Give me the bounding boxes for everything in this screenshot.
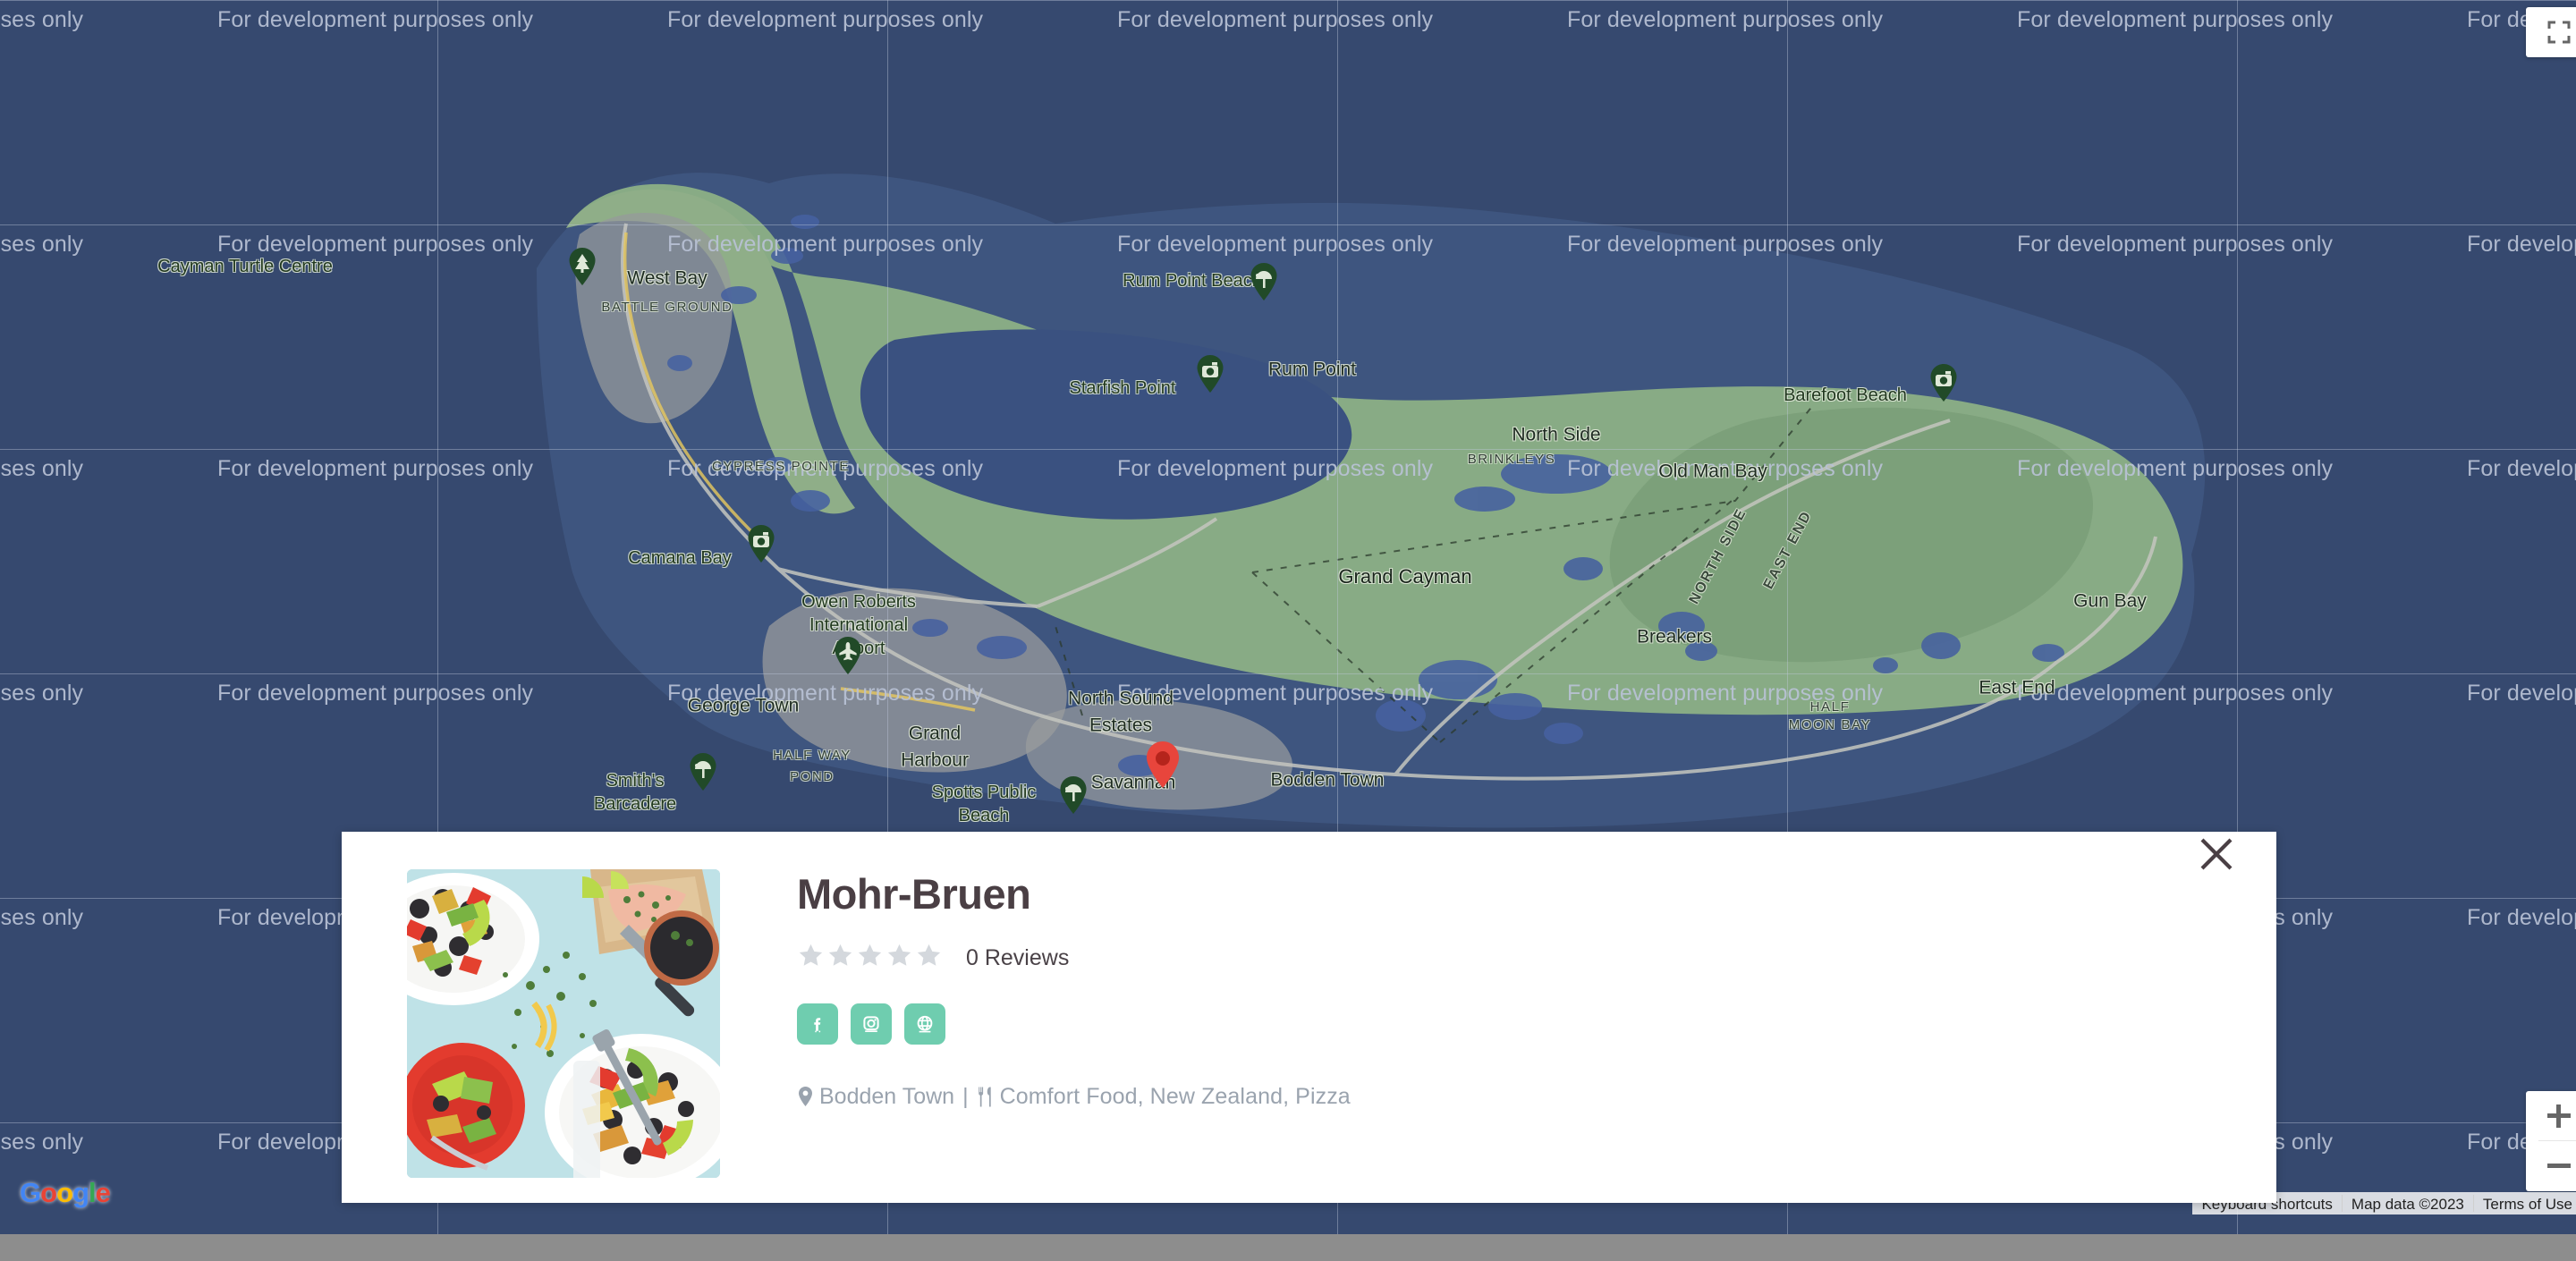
star-icon xyxy=(797,942,825,974)
star-icon xyxy=(856,942,884,974)
map-pin-starfish-point[interactable] xyxy=(1195,354,1225,394)
terms-of-use-link[interactable]: Terms of Use xyxy=(2474,1192,2576,1214)
map-label: Barefoot Beach xyxy=(1784,385,1907,406)
map-label: North Sound xyxy=(1068,688,1174,709)
business-meta: Bodden Town | Comfort Food, New Zealand,… xyxy=(797,1084,1351,1110)
instagram-icon xyxy=(863,1016,879,1032)
social-links[interactable] xyxy=(797,1003,1351,1045)
camera-pin-icon xyxy=(1197,355,1224,393)
google-logo-letter: e xyxy=(95,1177,111,1208)
minus-icon xyxy=(2547,1155,2571,1178)
map-label: Gun Bay xyxy=(2073,590,2147,612)
close-icon xyxy=(2200,838,2233,870)
google-logo-letter: o xyxy=(56,1177,73,1208)
website-button[interactable] xyxy=(904,1003,945,1045)
zoom-out-button[interactable] xyxy=(2526,1141,2576,1190)
map-label: Grand xyxy=(908,723,962,744)
map-label: Rum Point xyxy=(1267,359,1357,380)
airplane-pin-icon xyxy=(835,637,861,674)
umbrella-pin-icon xyxy=(690,753,716,791)
tree-pin-icon xyxy=(569,248,596,285)
map-label: Camana Bay xyxy=(628,548,732,569)
map-label: West Bay xyxy=(627,267,708,289)
fullscreen-button[interactable] xyxy=(2526,7,2576,57)
map-label: Breakers xyxy=(1636,626,1713,647)
map-data-text: Map data ©2023 xyxy=(2351,1195,2464,1213)
review-count: 0 Reviews xyxy=(966,944,1070,970)
food-photo-illustration xyxy=(407,869,720,1178)
location-text: Bodden Town xyxy=(819,1084,955,1109)
map-label: Owen Roberts xyxy=(801,592,916,613)
map-pin-owen-roberts-airport[interactable] xyxy=(833,636,863,675)
map-label: BATTLE GROUND xyxy=(601,299,733,315)
umbrella-pin-icon xyxy=(1250,263,1277,300)
horizontal-scrollbar[interactable] xyxy=(0,1234,2576,1261)
map-page: For development purposes onlyFor develop… xyxy=(0,0,2576,1261)
star-icon xyxy=(826,942,854,974)
map-label: Harbour xyxy=(901,749,969,771)
globe-icon xyxy=(917,1015,933,1033)
business-name: Mohr-Bruen xyxy=(797,870,1031,918)
map-label: BRINKLEYS xyxy=(1467,451,1556,467)
meta-separator: | xyxy=(962,1084,969,1109)
camera-pin-icon xyxy=(1930,364,1957,402)
map-label: Beach xyxy=(958,806,1010,826)
google-logo-letter: g xyxy=(72,1177,89,1208)
plus-icon xyxy=(2547,1104,2571,1128)
cuisine-text: Comfort Food, New Zealand, Pizza xyxy=(999,1084,1351,1109)
google-logo-letter: o xyxy=(40,1177,57,1208)
scrollbar-thumb[interactable] xyxy=(0,1234,2290,1261)
map-pin-rum-point-beach[interactable] xyxy=(1249,262,1279,301)
close-card-button[interactable] xyxy=(2190,827,2243,881)
map-label: Old Man Bay xyxy=(1658,461,1767,482)
fullscreen-icon xyxy=(2547,21,2571,44)
map-label: HALF WAY xyxy=(773,747,852,763)
map-pin-cayman-turtle-centre[interactable] xyxy=(567,247,597,286)
map-label: POND xyxy=(790,768,835,784)
map-label: MOON BAY xyxy=(1788,716,1872,732)
map-label: Rum Point Beach xyxy=(1123,271,1262,292)
map-label: Cayman Turtle Centre xyxy=(157,257,333,277)
map-label: HALF xyxy=(1809,698,1851,715)
facebook-icon xyxy=(814,1018,821,1033)
map-pin-barefoot-beach[interactable] xyxy=(1928,363,1959,402)
star-rating xyxy=(797,942,943,974)
map-pin-smiths-barcadere[interactable] xyxy=(688,752,718,791)
map-label: Smith's xyxy=(606,771,665,791)
umbrella-pin-icon xyxy=(1060,776,1087,814)
google-logo-letter: G xyxy=(20,1177,41,1208)
map-pin-selected-business[interactable] xyxy=(1143,740,1182,790)
map-label: George Town xyxy=(687,695,800,716)
map-label: Starfish Point xyxy=(1069,378,1176,399)
google-logo-letter: l xyxy=(88,1177,97,1208)
rating-row: 0 Reviews xyxy=(797,942,1351,974)
map-label: Barcadere xyxy=(593,794,677,815)
map-label: CYPRESS POINTE xyxy=(711,458,851,474)
restaurant-icon xyxy=(977,1086,995,1108)
map-pin-spotts-public-beach[interactable] xyxy=(1058,775,1089,815)
star-icon xyxy=(886,942,913,974)
map-label: Spotts Public xyxy=(931,783,1037,803)
zoom-in-button[interactable] xyxy=(2526,1091,2576,1140)
map-label: International xyxy=(809,615,909,636)
facebook-button[interactable] xyxy=(797,1003,838,1045)
map-pin-camana-bay[interactable] xyxy=(746,524,776,563)
map-label: Bodden Town xyxy=(1270,769,1385,791)
zoom-controls[interactable] xyxy=(2526,1091,2576,1191)
map-label: East End xyxy=(1979,677,2055,698)
instagram-button[interactable] xyxy=(851,1003,892,1045)
google-logo: Google xyxy=(20,1177,111,1209)
camera-pin-icon xyxy=(748,525,775,563)
star-icon xyxy=(915,942,943,974)
map-label: Estates xyxy=(1089,715,1153,736)
business-info-card: Mohr-Bruen 0 Reviews Bodden Town | Comfo… xyxy=(342,832,2276,1203)
location-pin-icon xyxy=(797,1086,814,1108)
map-label: Grand Cayman xyxy=(1338,565,1472,588)
dot-pin-icon xyxy=(1147,741,1179,788)
business-photo xyxy=(407,869,720,1178)
map-label: North Side xyxy=(1512,424,1601,445)
